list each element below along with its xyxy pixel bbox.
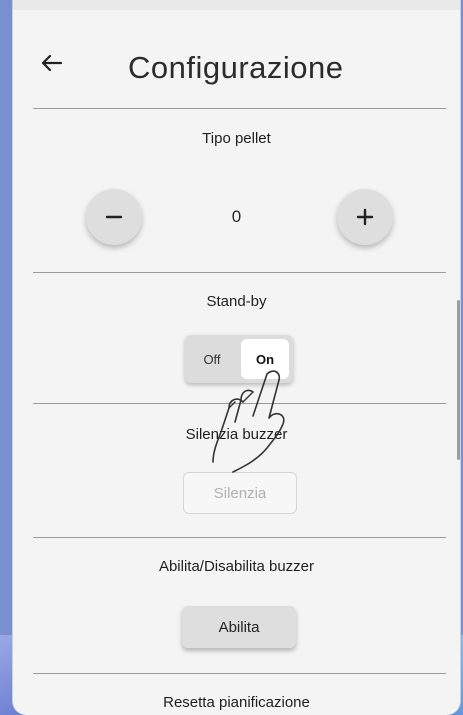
- settings-panel: Configurazione Tipo pellet 0 Stand-by Of…: [12, 0, 461, 715]
- pellet-type-label: Tipo pellet: [202, 130, 271, 147]
- standby-on-option[interactable]: On: [241, 339, 289, 379]
- page-title: Configurazione: [128, 50, 344, 85]
- silence-buzzer-label: Silenzia buzzer: [185, 426, 288, 443]
- divider: [33, 537, 446, 538]
- top-edge: [13, 0, 460, 10]
- enable-buzzer-button[interactable]: Abilita: [182, 606, 296, 648]
- scrollbar[interactable]: [457, 300, 460, 460]
- plus-icon: [356, 208, 374, 226]
- silence-button[interactable]: Silenzia: [183, 472, 297, 514]
- increase-button[interactable]: [337, 189, 393, 245]
- back-arrow-icon[interactable]: [39, 50, 65, 76]
- standby-off-option[interactable]: Off: [185, 335, 239, 383]
- standby-label: Stand-by: [206, 293, 267, 310]
- buzzer-toggle-label: Abilita/Disabilita buzzer: [158, 558, 315, 575]
- divider: [33, 108, 446, 109]
- reset-schedule-label: Resetta pianificazione: [163, 694, 310, 711]
- standby-toggle[interactable]: Off On: [185, 335, 293, 383]
- divider: [33, 403, 446, 404]
- divider: [33, 272, 446, 273]
- divider: [33, 673, 446, 674]
- header: Configurazione: [13, 38, 460, 108]
